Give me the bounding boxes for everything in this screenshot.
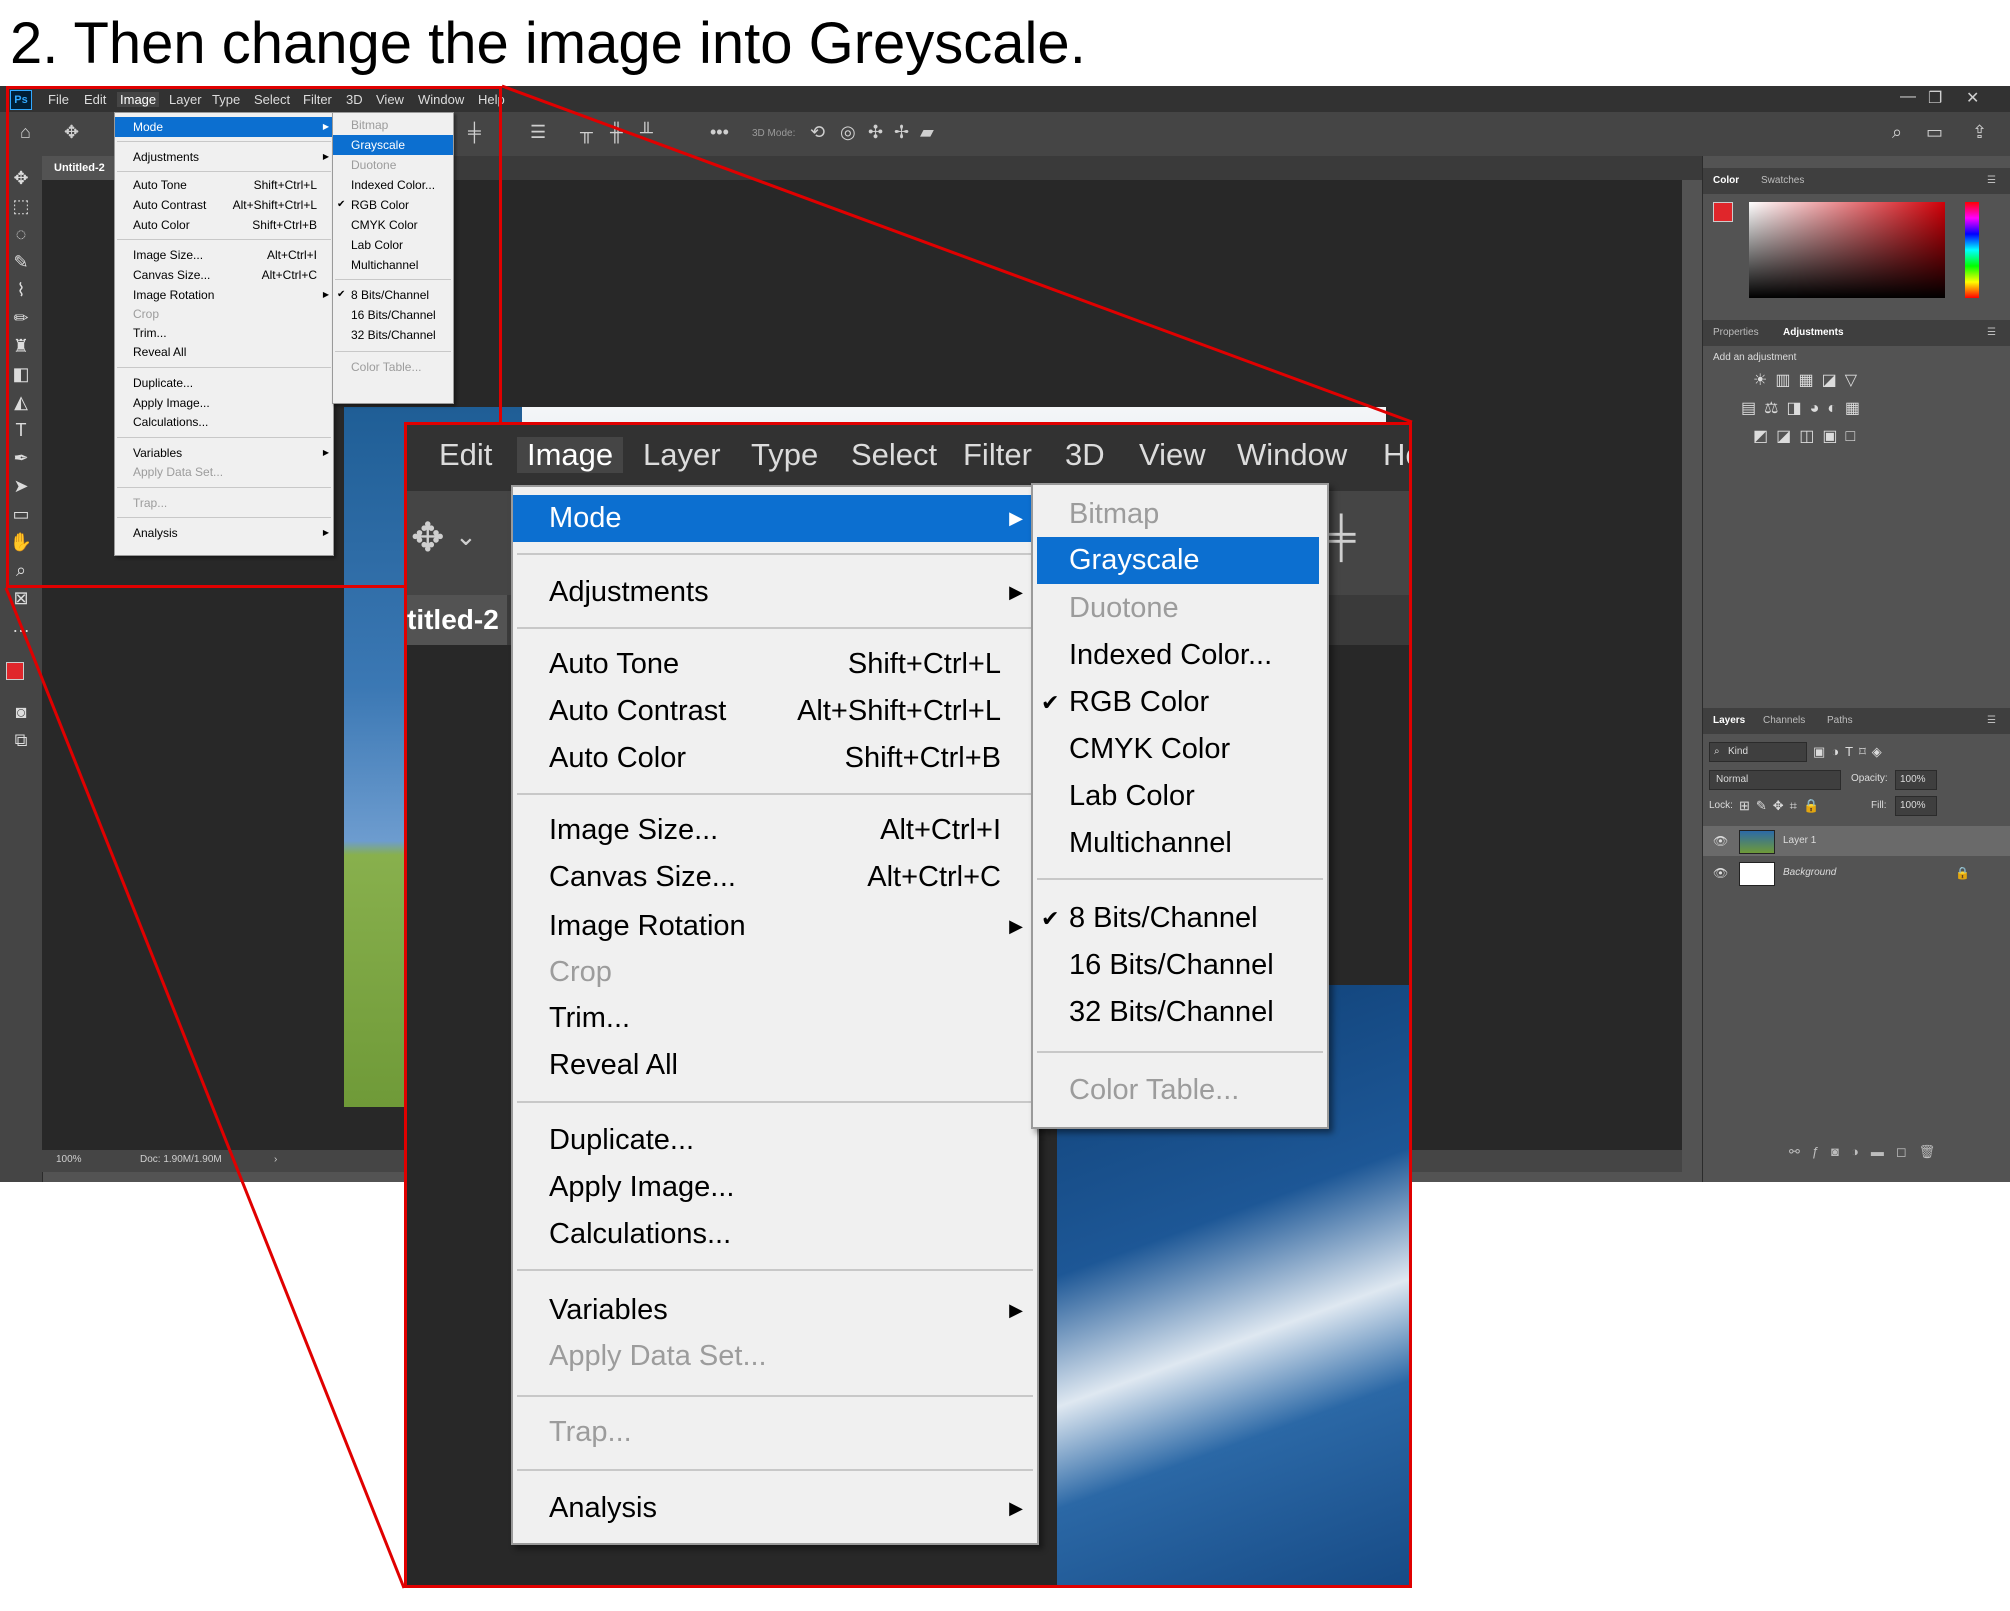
check-icon: ✔ bbox=[1041, 690, 1060, 715]
zoom-menu-image[interactable]: Image bbox=[517, 437, 624, 473]
zoom-menu-select[interactable]: Select bbox=[851, 437, 937, 473]
zoom-menu-edit[interactable]: Edit bbox=[439, 437, 492, 473]
move-tool-icon[interactable]: ✥ bbox=[411, 515, 445, 561]
callout-line-bottom bbox=[4, 587, 406, 1589]
menu-item-mode[interactable]: Mode ▶ bbox=[513, 495, 1033, 542]
zoomed-inset: Edit Image Layer Type Select Filter 3D V… bbox=[404, 422, 1412, 1588]
menu-item-adjustments[interactable]: Adjustments ▶ bbox=[513, 569, 1033, 616]
menu-item-trap: Trap... bbox=[549, 1416, 632, 1448]
chevron-down-icon[interactable]: ⌄ bbox=[455, 521, 477, 552]
menu-item-trim[interactable]: Trim... bbox=[513, 995, 1033, 1042]
image-menu: Mode ▶ Adjustments ▶ Auto Tone Shift+Ctrl+L… bbox=[511, 485, 1039, 1545]
mode-item-multichannel[interactable]: Multichannel bbox=[1033, 820, 1323, 867]
mode-item-grayscale[interactable]: Grayscale bbox=[1037, 537, 1319, 584]
mode-item-8-bits[interactable]: ✔ 8 Bits/Channel bbox=[1033, 895, 1323, 942]
menu-item-auto-color[interactable]: Auto Color Shift+Ctrl+B bbox=[513, 735, 1033, 782]
mode-submenu: Bitmap Grayscale Duotone Indexed Color..… bbox=[1031, 483, 1329, 1129]
zoom-menu-bar: Edit Image Layer Type Select Filter 3D V… bbox=[407, 425, 1409, 491]
mode-item-16-bits[interactable]: 16 Bits/Channel bbox=[1033, 942, 1323, 989]
check-icon: ✔ bbox=[1041, 906, 1060, 931]
mode-item-cmyk-color[interactable]: CMYK Color bbox=[1033, 726, 1323, 773]
mode-item-duotone: Duotone bbox=[1069, 592, 1179, 624]
mode-item-color-table: Color Table... bbox=[1069, 1074, 1240, 1106]
zoom-menu-layer[interactable]: Layer bbox=[643, 437, 721, 473]
zoom-menu-filter[interactable]: Filter bbox=[963, 437, 1032, 473]
zoom-menu-type[interactable]: Type bbox=[751, 437, 818, 473]
menu-item-calculations[interactable]: Calculations... bbox=[513, 1211, 1033, 1258]
callout-line-top bbox=[501, 84, 1413, 424]
menu-item-analysis[interactable]: Analysis ▶ bbox=[513, 1485, 1033, 1532]
menu-item-auto-tone[interactable]: Auto Tone Shift+Ctrl+L bbox=[513, 641, 1033, 688]
menu-item-crop: Crop bbox=[549, 956, 612, 988]
menu-item-reveal-all[interactable]: Reveal All bbox=[513, 1042, 1033, 1089]
zoom-document-tab[interactable]: titled-2 bbox=[407, 595, 507, 645]
menu-item-apply-image[interactable]: Apply Image... bbox=[513, 1164, 1033, 1211]
align-icon[interactable]: ╪ bbox=[1327, 515, 1355, 560]
menu-item-image-rotation[interactable]: Image Rotation ▶ bbox=[513, 903, 1033, 950]
mode-item-lab-color[interactable]: Lab Color bbox=[1033, 773, 1323, 820]
mode-item-bitmap: Bitmap bbox=[1069, 498, 1160, 530]
mode-item-rgb-color[interactable]: ✔ RGB Color bbox=[1033, 679, 1323, 726]
zoom-menu-help[interactable]: Help bbox=[1383, 437, 1409, 473]
menu-item-canvas-size[interactable]: Canvas Size... Alt+Ctrl+C bbox=[513, 854, 1033, 901]
zoom-menu-view[interactable]: View bbox=[1139, 437, 1206, 473]
menu-item-auto-contrast[interactable]: Auto Contrast Alt+Shift+Ctrl+L bbox=[513, 688, 1033, 735]
zoom-menu-window[interactable]: Window bbox=[1237, 437, 1347, 473]
zoom-menu-3d[interactable]: 3D bbox=[1065, 437, 1105, 473]
menu-item-duplicate[interactable]: Duplicate... bbox=[513, 1117, 1033, 1164]
mode-item-32-bits[interactable]: 32 Bits/Channel bbox=[1033, 989, 1323, 1036]
menu-item-apply-data-set: Apply Data Set... bbox=[549, 1340, 767, 1372]
menu-item-variables[interactable]: Variables ▶ bbox=[513, 1287, 1033, 1334]
menu-item-image-size[interactable]: Image Size... Alt+Ctrl+I bbox=[513, 807, 1033, 854]
mode-item-indexed-color[interactable]: Indexed Color... bbox=[1033, 632, 1323, 679]
